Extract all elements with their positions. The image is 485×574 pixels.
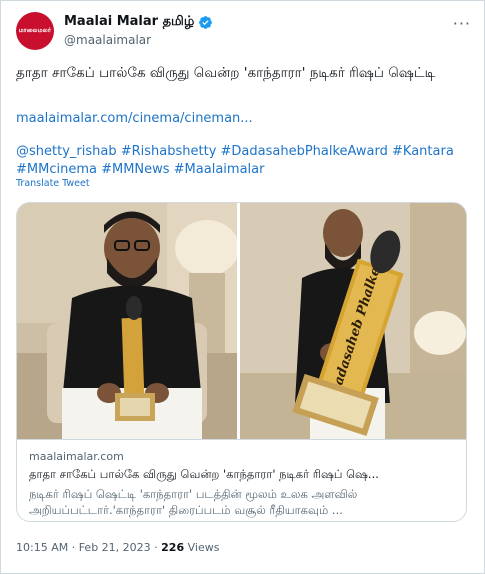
card-photo-right[interactable]: Dadasaheb Phalke: [240, 203, 466, 439]
tweet-header: மாலைமலர் Maalai Malar தமிழ் @maalaimalar…: [16, 12, 471, 52]
card-photo-left[interactable]: [17, 203, 237, 439]
photo-right-illustration: Dadasaheb Phalke: [240, 203, 466, 439]
link-preview-card[interactable]: Dadasaheb Phalke maalaimalar.com தாதா சா…: [16, 202, 467, 522]
card-title: தாதா சாகேப் பால்கே விருது வென்ற 'காந்தார…: [29, 467, 379, 481]
tweet-timestamp[interactable]: 10:15 AM · Feb 21, 2023 ·: [16, 541, 158, 554]
hashtags[interactable]: @shetty_rishab #Rishabshetty #DadasahebP…: [16, 143, 471, 179]
card-images[interactable]: Dadasaheb Phalke: [17, 203, 466, 439]
handle[interactable]: @maalaimalar: [64, 33, 151, 47]
more-options-icon[interactable]: ···: [453, 14, 471, 33]
name-row: Maalai Malar தமிழ்: [64, 14, 213, 30]
avatar-logo-text: மாலைமலர்: [18, 27, 52, 34]
translate-tweet-link[interactable]: Translate Tweet: [16, 178, 90, 189]
card-description: நடிகர் ரிஷப் ஷெட்டி 'காந்தாரா' படத்தின் …: [29, 487, 358, 517]
card-body[interactable]: maalaimalar.com தாதா சாகேப் பால்கே விருத…: [17, 439, 466, 521]
views-count: 226: [161, 541, 185, 554]
photo-left-illustration: [17, 203, 237, 439]
verified-badge-icon: [199, 15, 213, 29]
tweet-meta: 10:15 AM · Feb 21, 2023 · 226 Views: [16, 541, 219, 554]
avatar[interactable]: மாலைமலர்: [16, 12, 54, 50]
display-name[interactable]: Maalai Malar தமிழ்: [64, 14, 194, 30]
card-domain: maalaimalar.com: [29, 450, 124, 463]
article-link[interactable]: maalaimalar.com/cinema/cineman...: [16, 111, 253, 126]
tweet-text: தாதா சாகேப் பால்கே விருது வென்ற 'காந்தார…: [16, 65, 436, 81]
views-label: Views: [187, 541, 220, 554]
